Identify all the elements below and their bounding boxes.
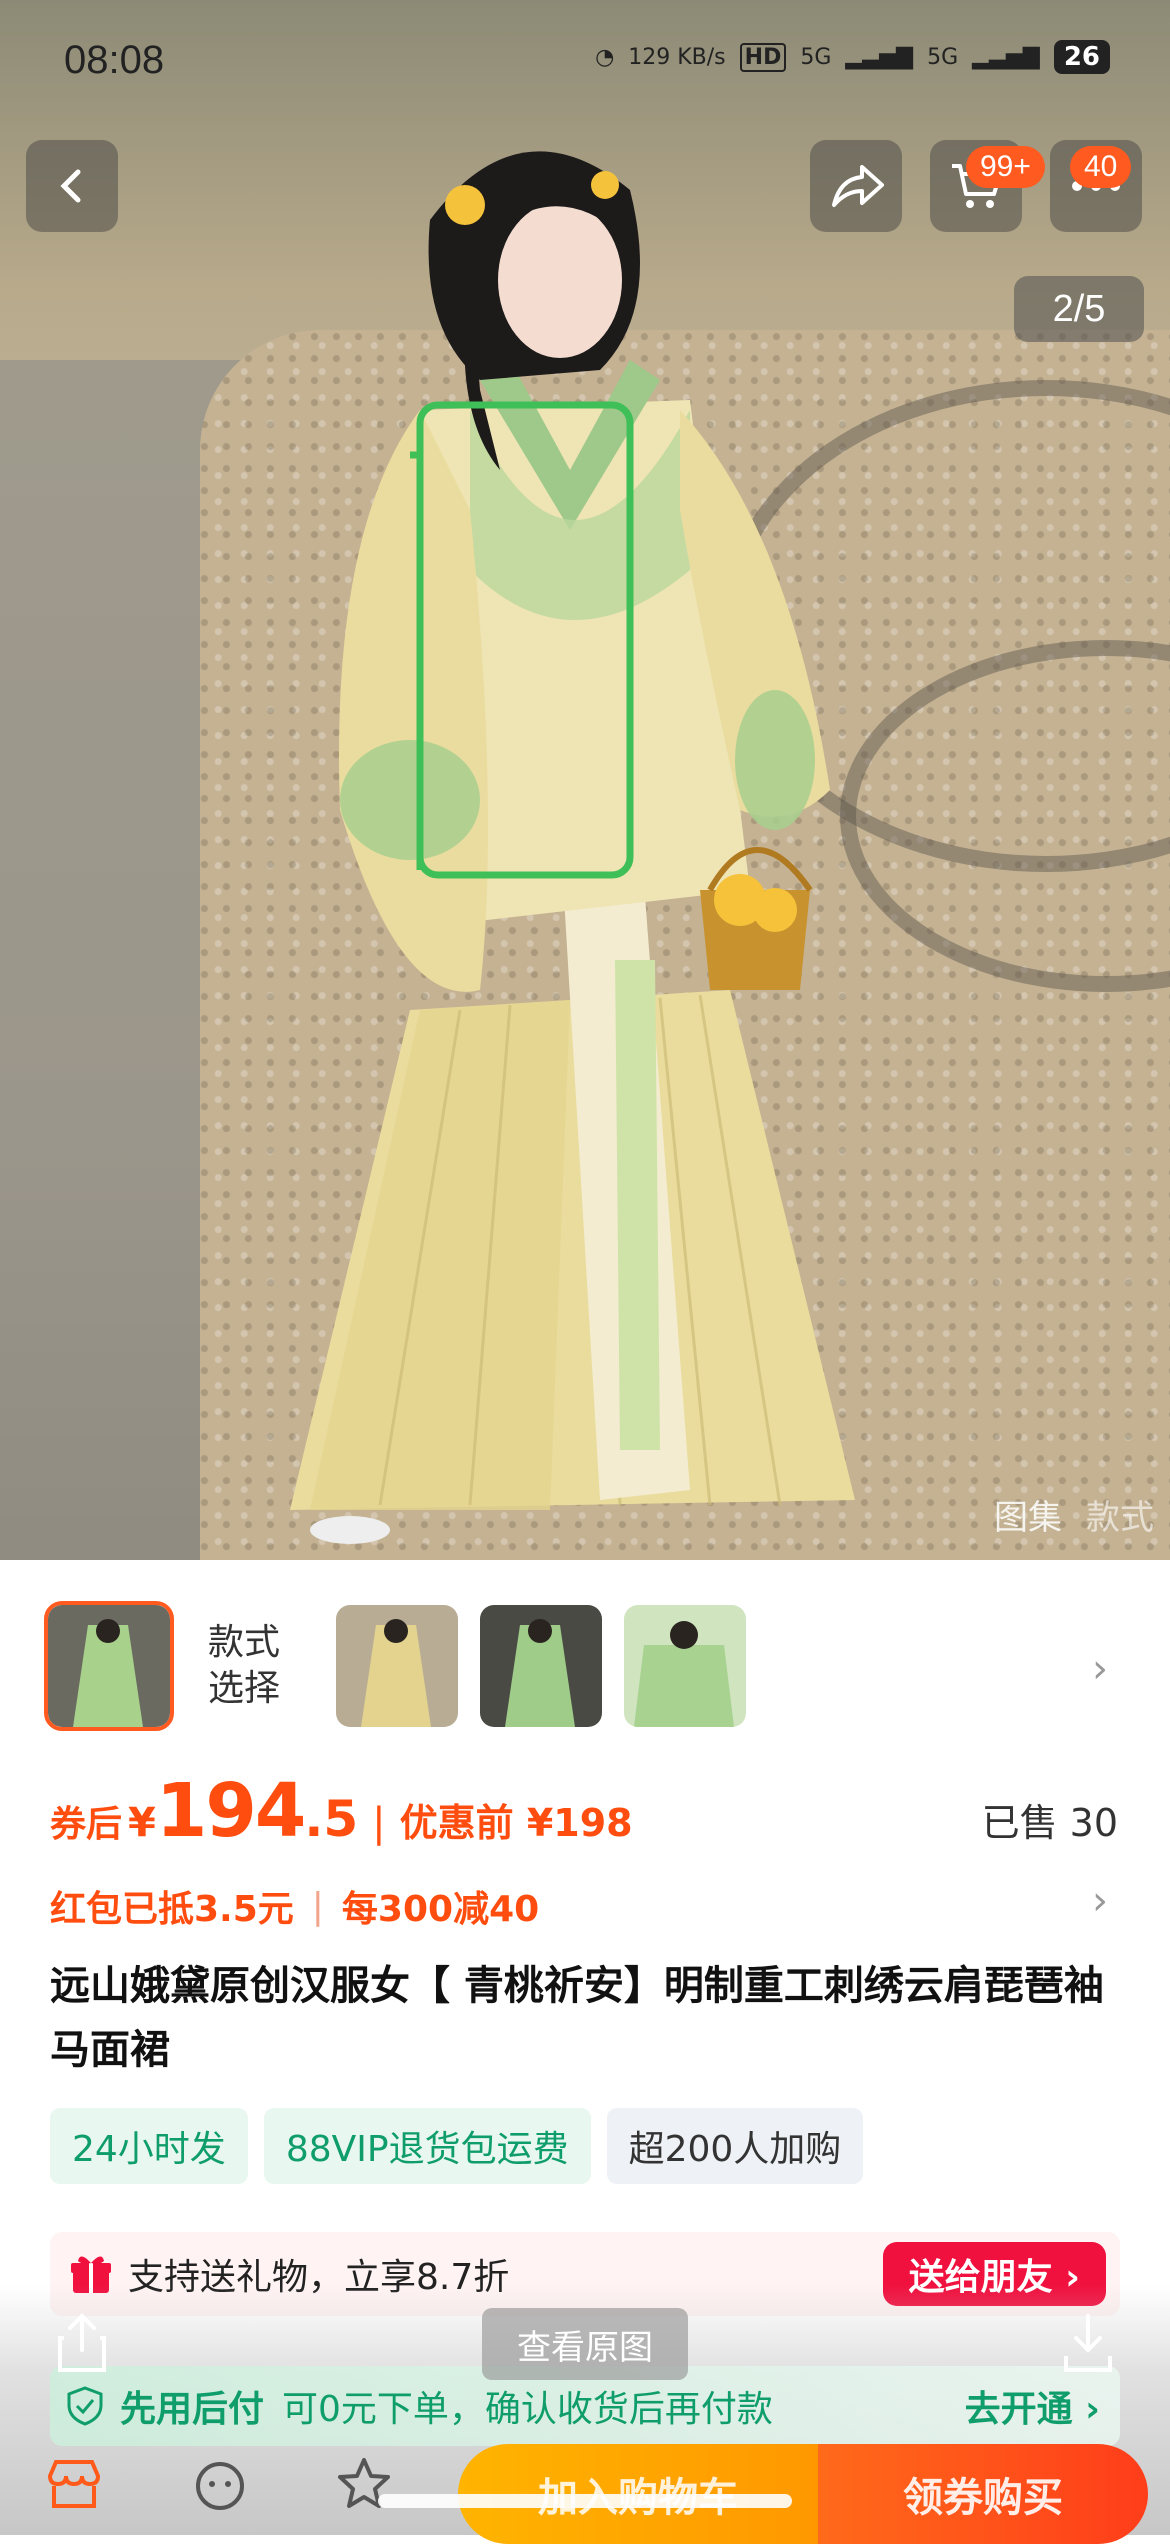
variant-selector: 款式 选择 bbox=[44, 1601, 746, 1731]
hd-badge: HD bbox=[739, 42, 787, 72]
after-coupon-label: 券后 bbox=[50, 1804, 123, 1845]
share-upload-icon[interactable] bbox=[54, 2312, 110, 2374]
coupon-buy-button[interactable]: 领券购买 bbox=[818, 2444, 1148, 2544]
view-original-button[interactable]: 查看原图 bbox=[482, 2308, 688, 2380]
back-button[interactable] bbox=[26, 140, 118, 232]
tag-return: 88VIP退货包运费 bbox=[263, 2108, 591, 2184]
battery-level: 26 bbox=[1053, 40, 1110, 74]
status-bar: 08:08 ◔ 129 KB/s HD 5G ▂▃▅▇ 5G ▂▃▅▇ 26 bbox=[0, 0, 1170, 120]
gallery-tabs: 图集 款式 bbox=[994, 1490, 1154, 1539]
store-icon[interactable] bbox=[44, 2456, 104, 2512]
chevron-right-icon[interactable]: › bbox=[1092, 1878, 1108, 1924]
price-row: 券后 ¥ 194 .5 | 优惠前 ¥198 bbox=[50, 1768, 633, 1854]
status-indicators: ◔ 129 KB/s HD 5G ▂▃▅▇ 5G ▂▃▅▇ 26 bbox=[595, 40, 1110, 74]
discount-text: 每300减40 bbox=[341, 1889, 540, 1930]
price-integer: 194 bbox=[155, 1768, 306, 1854]
sold-count: 已售 30 bbox=[981, 1801, 1118, 1845]
variant-thumb[interactable] bbox=[44, 1601, 174, 1731]
tag-fast-ship: 24小时发 bbox=[50, 2108, 248, 2184]
tab-gallery[interactable]: 图集 bbox=[994, 1490, 1062, 1539]
status-time: 08:08 bbox=[64, 38, 165, 82]
promo-separator: | bbox=[311, 1885, 324, 1927]
pre-discount-price: 优惠前 ¥198 bbox=[399, 1801, 633, 1845]
pay-later-desc: 可0元下单，确认收货后再付款 bbox=[282, 2389, 773, 2430]
product-title: 远山娥黛原创汉服女【 青桃祈安】明制重工刺绣云肩琵琶袖马面裙 bbox=[50, 1963, 1104, 2073]
customer-service-icon[interactable] bbox=[192, 2456, 248, 2512]
chevron-right-icon[interactable]: › bbox=[1092, 1646, 1108, 1692]
speed-icon: ◔ bbox=[595, 44, 615, 70]
red-packet-text: 红包已抵3.5元 bbox=[50, 1889, 294, 1930]
tab-style[interactable]: 款式 bbox=[1086, 1490, 1154, 1539]
model-figure bbox=[290, 151, 855, 1544]
promo-row[interactable]: 红包已抵3.5元 | 每300减40 bbox=[50, 1880, 539, 1932]
signal-icon: ▂▃▅▇ bbox=[845, 44, 914, 70]
cart-badge: 99+ bbox=[966, 146, 1045, 188]
net-speed: 129 KB/s bbox=[628, 44, 726, 70]
tag-popularity: 超200人加购 bbox=[606, 2108, 864, 2184]
image-counter: 2/5 bbox=[1014, 276, 1144, 342]
variant-thumb[interactable] bbox=[624, 1605, 746, 1727]
chevron-left-icon bbox=[60, 169, 81, 203]
signal-icon: ▂▃▅▇ bbox=[972, 44, 1040, 70]
pay-later-title: 先用后付 bbox=[120, 2389, 265, 2430]
share-icon bbox=[832, 165, 884, 207]
sim1-label: 5G bbox=[800, 44, 832, 70]
price-currency: ¥ bbox=[128, 1800, 156, 1846]
service-tags: 24小时发 88VIP退货包运费 超200人加购 bbox=[50, 2108, 864, 2184]
share-button[interactable] bbox=[810, 140, 902, 232]
variant-label: 款式 选择 bbox=[208, 1622, 281, 1709]
variant-thumb[interactable] bbox=[480, 1605, 602, 1727]
download-icon[interactable] bbox=[1060, 2312, 1116, 2374]
price-decimal: .5 bbox=[304, 1790, 359, 1848]
enable-pay-later-link[interactable]: 去开通 › bbox=[965, 2380, 1100, 2432]
message-badge: 40 bbox=[1070, 146, 1132, 188]
product-image[interactable]: 08:08 ◔ 129 KB/s HD 5G ▂▃▅▇ 5G ▂▃▅▇ 26 9… bbox=[0, 0, 1170, 1560]
home-indicator bbox=[378, 2494, 792, 2508]
shield-check-icon bbox=[67, 2386, 103, 2426]
sim2-label: 5G bbox=[927, 44, 959, 70]
variant-thumb[interactable] bbox=[336, 1605, 458, 1727]
price-separator: | bbox=[372, 1800, 386, 1846]
